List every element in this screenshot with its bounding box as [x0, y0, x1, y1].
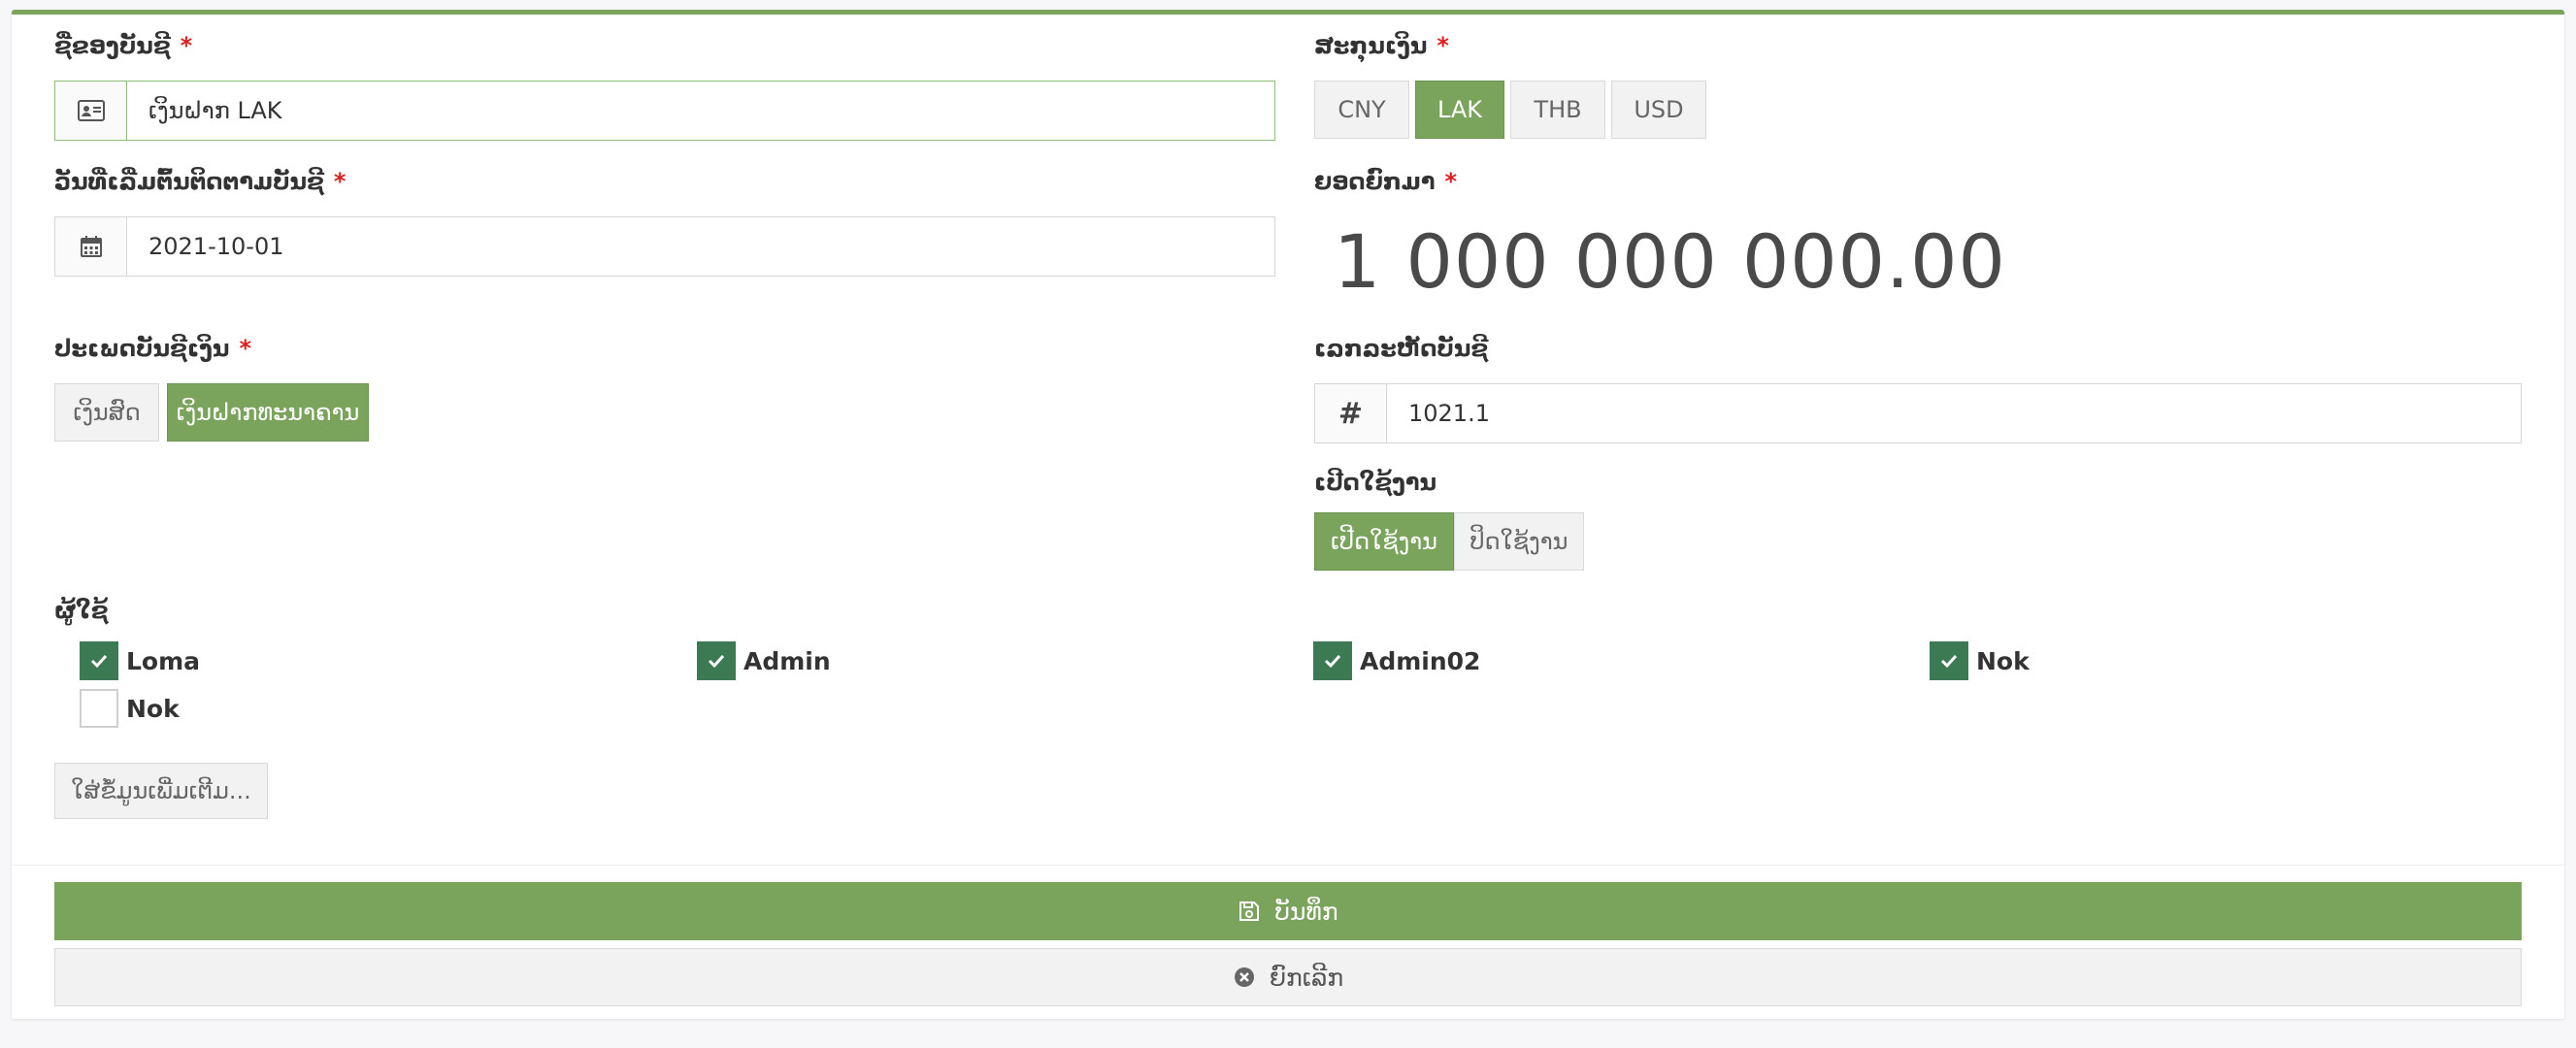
currency-label: ສະກຸນເງິນ *: [1314, 32, 1449, 59]
currency-option-cny[interactable]: CNY: [1314, 81, 1409, 139]
account-name-label: ຊື່ຂອງບັນຊີ *: [54, 32, 192, 59]
currency-selector: CNY LAK THB USD: [1314, 81, 1706, 139]
start-date-input[interactable]: 2021-10-01: [127, 217, 1274, 276]
balance-value[interactable]: 1 000 000 000.00: [1334, 218, 2006, 305]
account-code-label: ເລກລະຫັດບັນຊີ: [1314, 335, 1489, 362]
required-mark: *: [1437, 32, 1449, 59]
account-name-label-text: ຊື່ຂອງບັນຊີ: [54, 32, 171, 59]
user-name: Admin: [743, 646, 831, 675]
account-code-field[interactable]: # 1021.1: [1314, 383, 2522, 443]
account-type-selector: ເງິນສົດ ເງິນຝາກທະນາຄານ: [54, 383, 369, 442]
user-checkbox-loma[interactable]: Loma: [80, 641, 200, 680]
account-name-field[interactable]: ເງິນຝາກ LAK: [54, 81, 1275, 141]
user-checkbox-admin[interactable]: Admin: [697, 641, 831, 680]
checkbox-unchecked[interactable]: [80, 689, 118, 728]
currency-label-text: ສະກຸນເງິນ: [1314, 32, 1428, 59]
hash-symbol: #: [1338, 396, 1364, 431]
user-checkbox-nok[interactable]: Nok: [1930, 641, 2030, 680]
user-checkbox-admin02[interactable]: Admin02: [1313, 641, 1480, 680]
hash-icon: #: [1315, 384, 1387, 442]
required-mark: *: [333, 168, 347, 195]
account-type-bank-deposit[interactable]: ເງິນຝາກທະນາຄານ: [167, 383, 369, 442]
add-more-info-button[interactable]: ໃສ່ຂໍ້ມູນເພີ່ມເຕີມ...: [54, 763, 268, 819]
account-type-label-text: ປະເພດບັນຊີເງິນ: [54, 335, 230, 362]
start-date-label: ວັນທີ່ເລີ່ມຕົ້ນຕິດຕາມບັນຊີ *: [54, 168, 346, 195]
account-code-input[interactable]: 1021.1: [1387, 384, 2521, 442]
checkbox-checked[interactable]: [1313, 641, 1352, 680]
close-circle-icon: [1233, 966, 1256, 989]
check-icon: [90, 654, 108, 669]
check-icon: [1940, 654, 1958, 669]
currency-option-lak[interactable]: LAK: [1415, 81, 1504, 139]
user-name: Loma: [126, 646, 201, 675]
status-label: ເປີດໃຊ້ງານ: [1314, 469, 1437, 496]
save-button[interactable]: ບັນທຶກ: [54, 882, 2522, 940]
required-mark: *: [1444, 168, 1458, 195]
status-disabled[interactable]: ປິດໃຊ້ງານ: [1454, 512, 1584, 571]
checkbox-checked[interactable]: [80, 641, 118, 680]
checkbox-checked[interactable]: [1930, 641, 1968, 680]
footer-divider: [12, 865, 2564, 866]
check-icon: [1324, 654, 1341, 669]
start-date-field[interactable]: 2021-10-01: [54, 216, 1275, 277]
user-name: Nok: [126, 694, 180, 723]
user-name: Nok: [1976, 646, 2030, 675]
user-checkbox-nok-2[interactable]: Nok: [80, 689, 180, 728]
save-button-label: ບັນທຶກ: [1274, 897, 1338, 926]
account-form-card: ຊື່ຂອງບັນຊີ * ເງິນຝາກ LAK ສະກຸນເງິນ * CNY …: [12, 10, 2564, 1019]
start-date-label-text: ວັນທີ່ເລີ່ມຕົ້ນຕິດຕາມບັນຊີ: [54, 168, 324, 195]
status-selector: ເປີດໃຊ້ງານ ປິດໃຊ້ງານ: [1314, 512, 1584, 571]
account-type-cash[interactable]: ເງິນສົດ: [54, 383, 159, 442]
user-name: Admin02: [1360, 646, 1481, 675]
cancel-button-label: ຍົກເລີກ: [1269, 963, 1344, 992]
required-mark: *: [239, 335, 252, 362]
account-name-input[interactable]: ເງິນຝາກ LAK: [127, 82, 1274, 140]
balance-label: ຍອດຍົກມາ *: [1314, 168, 1457, 195]
cancel-button[interactable]: ຍົກເລີກ: [54, 948, 2522, 1006]
balance-label-text: ຍອດຍົກມາ: [1314, 168, 1436, 195]
calendar-icon: [55, 217, 127, 276]
currency-option-usd[interactable]: USD: [1611, 81, 1706, 139]
save-icon: [1238, 900, 1261, 923]
users-label: ຜູ້ໃຊ້: [54, 597, 109, 624]
required-mark: *: [180, 32, 193, 59]
checkbox-checked[interactable]: [697, 641, 736, 680]
check-icon: [708, 654, 725, 669]
account-type-label: ປະເພດບັນຊີເງິນ *: [54, 335, 251, 362]
currency-option-thb[interactable]: THB: [1510, 81, 1605, 139]
id-card-icon: [55, 82, 127, 140]
status-enabled[interactable]: ເປີດໃຊ້ງານ: [1314, 512, 1454, 571]
